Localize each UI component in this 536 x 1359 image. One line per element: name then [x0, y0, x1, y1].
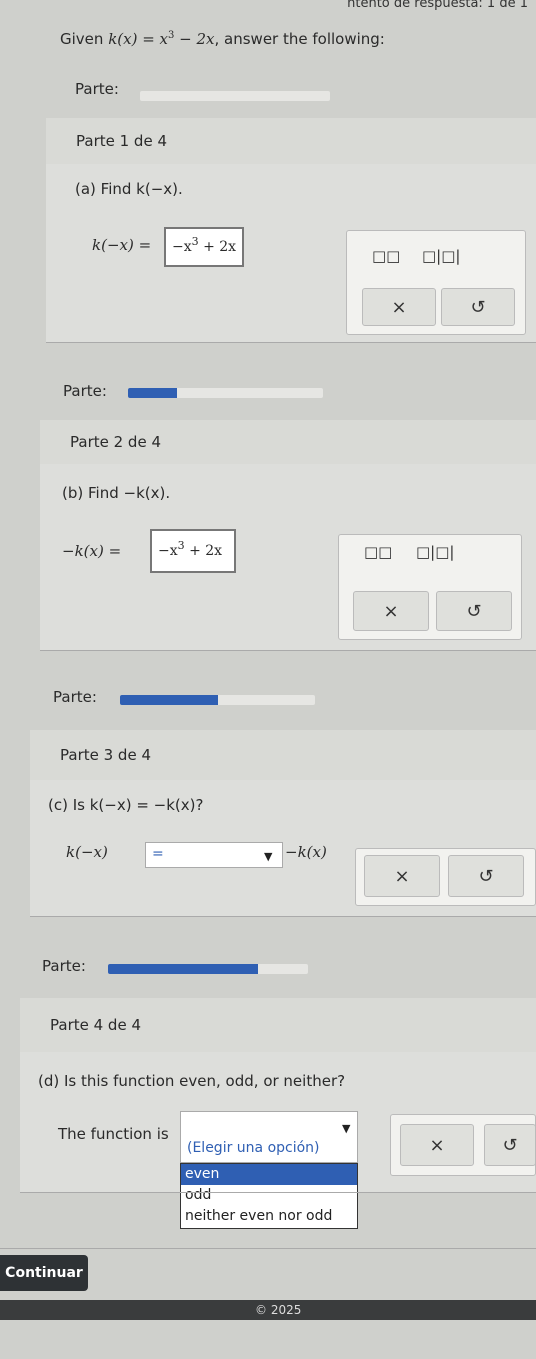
parte-4-progress: [108, 964, 308, 974]
parte-3-prompt: (c) Is k(−x) = −k(x)?: [48, 796, 204, 814]
select-value: (Elegir una opción): [187, 1140, 320, 1156]
absolute-value-icon[interactable]: □|□|: [422, 247, 460, 265]
answer-base: −x: [158, 543, 178, 559]
parte-4-function-type-select[interactable]: (Elegir una opción): [180, 1111, 358, 1163]
parte-3-header: Parte 3 de 4: [30, 730, 536, 780]
option-odd[interactable]: odd: [181, 1185, 357, 1206]
given-statement: Given k(x) = x3 − 2x, answer the followi…: [60, 30, 385, 48]
answer-exponent: 3: [177, 538, 185, 552]
parte-1-equation-left: k(−x) =: [92, 236, 152, 254]
absolute-value-icon[interactable]: □|□|: [416, 543, 454, 561]
close-icon: ×: [394, 865, 410, 887]
divider: [30, 916, 536, 917]
parte-3-equation-left: k(−x): [66, 843, 108, 861]
exponent-icon[interactable]: □□: [372, 247, 400, 265]
copyright-text: © 2025: [255, 1303, 302, 1317]
parte-1-header: Parte 1 de 4: [46, 118, 536, 164]
undo-icon: ↺: [470, 296, 486, 318]
parte-1-label: Parte:: [75, 80, 119, 98]
undo-icon: ↺: [466, 600, 482, 622]
clear-button[interactable]: ×: [362, 288, 436, 326]
parte-4-dropdown-list: even odd neither even nor odd: [180, 1163, 358, 1229]
answer-base: −x: [172, 239, 192, 255]
parte-3-equation-right: −k(x): [285, 843, 327, 861]
parte-1-answer-input[interactable]: −x 3 + 2x: [164, 227, 244, 267]
clear-button[interactable]: ×: [400, 1124, 474, 1166]
close-icon: ×: [429, 1134, 445, 1156]
parte-3-progress: [120, 695, 315, 705]
answer-exponent: 3: [191, 234, 199, 248]
clear-button[interactable]: ×: [364, 855, 440, 897]
parte-4-lead-text: The function is: [58, 1125, 169, 1143]
given-prefix: Given: [60, 30, 104, 48]
parte-2-label: Parte:: [63, 382, 107, 400]
undo-icon: ↺: [502, 1134, 518, 1156]
parte-4-prompt: (d) Is this function even, odd, or neith…: [38, 1072, 346, 1090]
parte-2-equation-left: −k(x) =: [62, 542, 122, 560]
chevron-down-icon[interactable]: ▼: [342, 1122, 350, 1135]
divider: [0, 1248, 536, 1249]
parte-2-prompt: (b) Find −k(x).: [62, 484, 171, 502]
divider: [20, 1192, 536, 1193]
undo-button[interactable]: ↺: [448, 855, 524, 897]
undo-button[interactable]: ↺: [441, 288, 515, 326]
parte-2-header: Parte 2 de 4: [40, 420, 536, 464]
option-even[interactable]: even: [181, 1164, 357, 1185]
parte-4-header: Parte 4 de 4: [20, 998, 536, 1052]
footer: © 2025: [0, 1300, 536, 1320]
given-suffix: , answer the following:: [214, 30, 385, 48]
select-value: =: [152, 846, 164, 862]
given-function: k(x) = x3 − 2x: [108, 30, 215, 48]
answer-rest: + 2x: [203, 239, 237, 255]
continue-button[interactable]: Continuar: [0, 1255, 88, 1291]
parte-1-progress: [140, 91, 330, 101]
answer-rest: + 2x: [189, 543, 223, 559]
parte-3-relation-select[interactable]: =: [145, 842, 283, 868]
undo-icon: ↺: [478, 865, 494, 887]
attempt-status: ntento de respuesta: 1 de 1: [347, 0, 528, 11]
exponent-icon[interactable]: □□: [364, 543, 392, 561]
chevron-down-icon[interactable]: ▼: [264, 850, 272, 863]
divider: [40, 650, 536, 651]
parte-1-prompt: (a) Find k(−x).: [75, 180, 183, 198]
parte-2-answer-input[interactable]: −x 3 + 2x: [150, 529, 236, 573]
parte-4-label: Parte:: [42, 957, 86, 975]
close-icon: ×: [383, 600, 399, 622]
option-neither[interactable]: neither even nor odd: [181, 1206, 357, 1227]
undo-button[interactable]: ↺: [484, 1124, 536, 1166]
close-icon: ×: [391, 296, 407, 318]
divider: [46, 342, 536, 343]
parte-3-label: Parte:: [53, 688, 97, 706]
clear-button[interactable]: ×: [353, 591, 429, 631]
undo-button[interactable]: ↺: [436, 591, 512, 631]
parte-2-progress: [128, 388, 323, 398]
